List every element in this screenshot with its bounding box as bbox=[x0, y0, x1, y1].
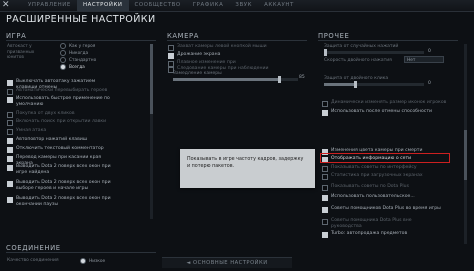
basic-settings-label: ◄ ОСНОВНЫЕ НАСТРОЙКИ bbox=[186, 260, 268, 266]
tooltip-text: Показывать в игре частоту кадров, задерж… bbox=[187, 157, 304, 169]
camera-slider-value: 85 bbox=[299, 75, 305, 80]
tab-bar: УПРАВЛЕНИЕ НАСТРОЙКИ СООБЩЕСТВО ГРАФИКА … bbox=[22, 0, 300, 11]
checkbox[interactable] bbox=[322, 232, 328, 238]
autocast-option-standard[interactable]: Стандартно bbox=[60, 57, 96, 63]
other-slider1-knob[interactable] bbox=[324, 49, 327, 56]
top-navigation-bar: ✕ УПРАВЛЕНИЕ НАСТРОЙКИ СООБЩЕСТВО ГРАФИК… bbox=[0, 0, 474, 12]
camera-slider-fill bbox=[173, 78, 280, 81]
game-option[interactable]: Покупка от двух кликов bbox=[7, 111, 116, 118]
checkbox[interactable] bbox=[7, 80, 13, 86]
checkbox[interactable] bbox=[7, 97, 13, 103]
autocast-option-always[interactable]: Всегда bbox=[60, 64, 85, 70]
game-option[interactable]: Выводить Dota 2 поверх всех окон при игр… bbox=[7, 164, 116, 177]
game-option[interactable]: Использовать быстрое применение по умолч… bbox=[7, 96, 116, 109]
network-info-highlight bbox=[320, 153, 450, 163]
game-option[interactable]: Умная атака bbox=[7, 128, 116, 135]
checkbox[interactable] bbox=[7, 165, 13, 171]
checkbox[interactable] bbox=[322, 166, 328, 172]
connection-quality-low[interactable]: Низкое bbox=[80, 258, 105, 264]
other-option[interactable]: Turbo: автопродажа предметов bbox=[322, 231, 407, 238]
connection-section-header: СОЕДИНЕНИЕ bbox=[6, 244, 61, 252]
camera-speed-slider[interactable] bbox=[173, 76, 298, 83]
autocast-option-hero[interactable]: Как у героя bbox=[60, 43, 95, 49]
close-icon[interactable]: ✕ bbox=[2, 0, 10, 11]
other-option[interactable]: Использовать после отмены способности bbox=[322, 109, 432, 116]
camera-option[interactable]: Захват камеры левой кнопкой мыши bbox=[168, 44, 267, 51]
tab-sound[interactable]: ЗВУК bbox=[229, 0, 258, 11]
tab-community[interactable]: СООБЩЕСТВО bbox=[129, 0, 187, 11]
other-option[interactable]: Статистика при загрузочных экранах bbox=[322, 173, 423, 180]
checkbox[interactable] bbox=[7, 138, 13, 144]
checkbox[interactable] bbox=[322, 219, 328, 225]
other-scrollbar-thumb[interactable] bbox=[464, 130, 467, 180]
checkbox[interactable] bbox=[7, 197, 13, 203]
game-option[interactable]: Автоповтор нажатий клавиш bbox=[7, 137, 116, 144]
checkbox[interactable] bbox=[7, 89, 13, 95]
page-title: РАСШИРЕННЫЕ НАСТРОЙКИ bbox=[6, 14, 156, 25]
checkbox[interactable] bbox=[168, 53, 174, 59]
radio-standard[interactable] bbox=[60, 57, 66, 63]
checkbox[interactable] bbox=[7, 120, 13, 126]
checkbox[interactable] bbox=[322, 101, 328, 107]
other-slider3-fill bbox=[324, 83, 354, 86]
other-option[interactable]: Советы помощников Dota Plus во время игр… bbox=[322, 206, 441, 213]
autocast-label: Автокаст у призванных юнитов bbox=[7, 44, 35, 60]
radio-low[interactable] bbox=[80, 258, 86, 264]
camera-slider-label: Замедление камеры bbox=[173, 71, 222, 76]
camera-divider bbox=[167, 40, 307, 41]
other-option[interactable]: Использовать пользовательское... bbox=[322, 194, 415, 201]
camera-option[interactable]: Дрожание экрана bbox=[168, 52, 220, 59]
game-option[interactable]: Выводить Dota 2 поверх всех окон при выб… bbox=[7, 180, 116, 193]
tab-controls[interactable]: УПРАВЛЕНИЕ bbox=[22, 0, 77, 11]
checkbox[interactable] bbox=[7, 129, 13, 135]
checkbox[interactable] bbox=[322, 185, 328, 191]
other-option[interactable]: Динамически изменять размер иконок игрок… bbox=[322, 100, 446, 107]
game-scrollbar-thumb[interactable] bbox=[150, 44, 153, 114]
tab-graphics[interactable]: ГРАФИКА bbox=[187, 0, 230, 11]
checkbox[interactable] bbox=[322, 207, 328, 213]
game-section-header: ИГРА bbox=[6, 32, 27, 40]
checkbox[interactable] bbox=[322, 110, 328, 116]
other-slider3-value: 0 bbox=[428, 81, 431, 86]
camera-slider-knob[interactable] bbox=[278, 76, 282, 83]
checkbox[interactable] bbox=[322, 174, 328, 180]
game-section-divider bbox=[6, 40, 156, 41]
other-slider3-knob[interactable] bbox=[354, 81, 357, 88]
checkbox[interactable] bbox=[168, 45, 174, 51]
other-option[interactable]: Показывать советы по интерфейсу bbox=[322, 165, 417, 172]
autocast-option-never[interactable]: Никогда bbox=[60, 50, 88, 56]
tab-account[interactable]: АККАУНТ bbox=[258, 0, 300, 11]
other-option[interactable]: Показывать советы по Dota Plus bbox=[322, 184, 409, 191]
radio-never[interactable] bbox=[60, 50, 66, 56]
checkbox[interactable] bbox=[7, 112, 13, 118]
checkbox[interactable] bbox=[7, 156, 13, 162]
tooltip: Показывать в игре частоту кадров, задерж… bbox=[180, 149, 315, 188]
checkbox[interactable] bbox=[7, 181, 13, 187]
basic-settings-button[interactable]: ◄ ОСНОВНЫЕ НАСТРОЙКИ bbox=[162, 257, 292, 268]
other-slider1-label: Защита от случайных нажатий bbox=[324, 44, 399, 49]
other-slider3[interactable] bbox=[324, 81, 424, 88]
other-section-header: ПРОЧЕЕ bbox=[318, 32, 350, 40]
other-divider bbox=[318, 40, 458, 41]
tab-settings[interactable]: НАСТРОЙКИ bbox=[76, 0, 129, 11]
game-option[interactable]: Отключить текстовый комментатор bbox=[7, 146, 116, 153]
other-slider1-value: 0 bbox=[428, 49, 431, 54]
checkbox[interactable] bbox=[7, 147, 13, 153]
radio-always[interactable] bbox=[60, 64, 66, 70]
other-option[interactable]: Советы помощника Dota Plus вне руководст… bbox=[322, 218, 441, 231]
game-option[interactable]: Выводить Dota 2 поверх всех окон при око… bbox=[7, 196, 116, 209]
connection-divider bbox=[6, 252, 156, 253]
other-slider1[interactable] bbox=[324, 49, 424, 56]
checkbox[interactable] bbox=[322, 195, 328, 201]
other-dropdown[interactable]: Нет bbox=[404, 56, 444, 63]
game-option[interactable]: Автоматически перевыбирать героев bbox=[7, 88, 116, 95]
radio-hero[interactable] bbox=[60, 43, 66, 49]
connection-quality-label: Качество соединения bbox=[7, 258, 59, 263]
other-slider2-label: Скорость двойного нажатия bbox=[324, 58, 392, 63]
camera-section-header: КАМЕРА bbox=[167, 32, 199, 40]
game-option[interactable]: Включать поиск при открытии лавки bbox=[7, 119, 116, 126]
